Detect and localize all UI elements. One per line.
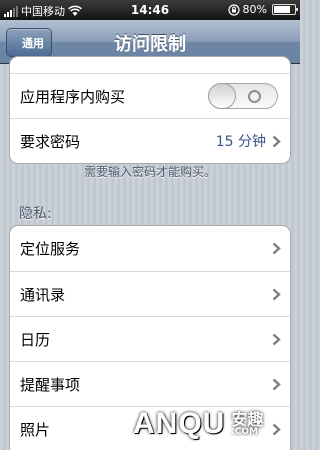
toggle-knob <box>208 83 236 109</box>
privacy-section-header: 隐私: <box>19 206 52 222</box>
watermark-main: ANQU <box>133 407 226 440</box>
watermark-side: 安趣 .COM <box>231 409 264 437</box>
purchase-footnote: 需要输入密码才能购买。 <box>83 165 216 179</box>
privacy-item-label: 提醒事项 <box>20 375 81 394</box>
privacy-item-location[interactable]: 定位服务 <box>10 226 290 271</box>
chevron-right-icon <box>272 378 281 391</box>
require-password-value: 15 分钟 <box>215 134 266 150</box>
battery-icon <box>272 4 298 15</box>
clipped-row <box>10 57 290 73</box>
chevron-right-icon <box>272 333 281 346</box>
watermark-com: .COM <box>231 426 258 437</box>
watermark-logo: ANQU 安趣 .COM <box>133 400 293 448</box>
toggle-off-icon <box>248 90 261 103</box>
chevron-right-icon <box>272 242 281 255</box>
chevron-right-icon <box>272 135 281 148</box>
page-title: 访问限制 <box>114 34 186 55</box>
require-password-row[interactable]: 要求密码 15 分钟 <box>10 118 290 163</box>
privacy-item-label: 定位服务 <box>20 240 81 258</box>
status-right: 80% <box>227 3 298 16</box>
watermark-cn: 安趣 <box>231 409 264 429</box>
privacy-item-label: 日历 <box>20 330 51 349</box>
privacy-item-contacts[interactable]: 通讯录 <box>10 271 290 316</box>
purchase-settings-group: 应用程序内购买 要求密码 15 分钟 <box>9 56 291 164</box>
privacy-item-label: 通讯录 <box>20 285 66 304</box>
require-password-label: 要求密码 <box>20 132 81 151</box>
battery-fill <box>274 6 290 13</box>
in-app-purchase-toggle[interactable] <box>208 83 278 109</box>
privacy-item-calendar[interactable]: 日历 <box>10 316 290 361</box>
orientation-lock-icon <box>227 3 240 16</box>
in-app-purchase-row: 应用程序内购买 <box>10 73 290 118</box>
battery-percent: 80% <box>242 3 267 16</box>
chevron-right-icon <box>272 288 281 301</box>
status-bar: 中国移动 14:46 80% <box>0 0 300 20</box>
